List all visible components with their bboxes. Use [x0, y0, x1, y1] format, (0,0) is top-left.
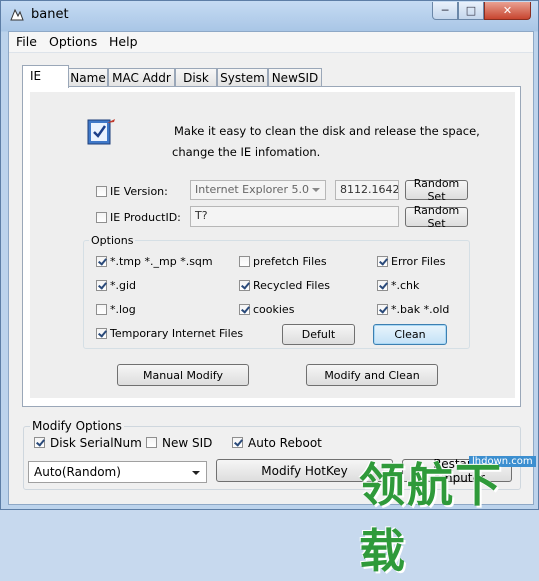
opt-recycled-label: Recycled Files [253, 279, 330, 292]
auto-reboot-checkbox[interactable] [232, 437, 243, 448]
opt-log-label: *.log [110, 303, 136, 316]
tab-system[interactable]: System [217, 68, 268, 86]
ie-panel-body: Make it easy to clean the disk and relea… [30, 92, 515, 398]
random-set-productid-button[interactable]: Random Set [405, 204, 468, 230]
app-window: banet ─ □ ✕ File Options Help IE Name MA… [0, 0, 539, 578]
opt-error-label: Error Files [391, 255, 446, 268]
client-area: File Options Help IE Name MAC Addr Disk … [8, 31, 534, 505]
menu-help[interactable]: Help [109, 34, 138, 49]
ie-productid-checkbox[interactable] [96, 212, 107, 223]
ie-productid-field[interactable]: T? [190, 206, 399, 227]
opt-recycled-checkbox[interactable] [239, 280, 250, 291]
opt-prefetch-checkbox[interactable] [239, 256, 250, 267]
minimize-icon: ─ [441, 4, 449, 17]
opt-cookies-label: cookies [253, 303, 295, 316]
opt-bak-label: *.bak *.old [391, 303, 450, 316]
modify-options-title: Modify Options [30, 419, 124, 433]
disk-serialnum-checkbox[interactable] [34, 437, 45, 448]
opt-tmp-label: *.tmp *._mp *.sqm [110, 255, 213, 268]
description-line-2: change the IE infomation. [172, 145, 321, 159]
opt-bak-checkbox[interactable] [377, 304, 388, 315]
opt-chk-label: *.chk [391, 279, 420, 292]
auto-reboot-label: Auto Reboot [248, 436, 322, 450]
ie-version-select-value: Internet Explorer 5.0 [195, 183, 309, 196]
opt-tmp-checkbox[interactable] [96, 256, 107, 267]
ie-build-field[interactable]: 8112.16421 [335, 180, 399, 200]
description-line-1: Make it easy to clean the disk and relea… [174, 124, 480, 138]
tab-mac-addr[interactable]: MAC Addr [108, 68, 175, 86]
ie-version-checkbox[interactable] [96, 186, 107, 197]
ie-version-select[interactable]: Internet Explorer 5.0 [190, 180, 326, 200]
maximize-button[interactable]: □ [458, 2, 484, 20]
menu-bar: File Options Help [9, 32, 533, 53]
opt-temp-internet-checkbox[interactable] [96, 328, 107, 339]
app-logo-icon [10, 8, 24, 21]
opt-gid-label: *.gid [110, 279, 137, 292]
clipboard-check-icon [87, 119, 115, 145]
options-group-title: Options [89, 234, 136, 247]
close-icon: ✕ [502, 4, 513, 17]
ie-productid-label: IE ProductID: [110, 211, 181, 224]
clean-button[interactable]: Clean [373, 324, 447, 345]
disk-serialnum-label: Disk SerialNum [50, 436, 142, 450]
opt-gid-checkbox[interactable] [96, 280, 107, 291]
chevron-down-icon [192, 471, 200, 475]
chevron-down-icon [312, 188, 320, 192]
minimize-button[interactable]: ─ [432, 2, 458, 20]
ie-tab-panel: Make it easy to clean the disk and relea… [22, 86, 521, 407]
manual-modify-button[interactable]: Manual Modify [117, 364, 249, 386]
title-bar[interactable]: banet ─ □ ✕ [1, 1, 538, 29]
opt-cookies-checkbox[interactable] [239, 304, 250, 315]
menu-file[interactable]: File [16, 34, 37, 49]
window-title: banet [31, 7, 69, 22]
opt-temp-internet-label: Temporary Internet Files [110, 327, 244, 340]
tab-name[interactable]: Name [68, 68, 108, 86]
tab-disk[interactable]: Disk [175, 68, 217, 86]
modify-and-clean-button[interactable]: Modify and Clean [306, 364, 438, 386]
menu-options[interactable]: Options [49, 34, 97, 49]
new-sid-label: New SID [162, 436, 213, 450]
opt-log-checkbox[interactable] [96, 304, 107, 315]
maximize-icon: □ [465, 4, 477, 17]
opt-chk-checkbox[interactable] [377, 280, 388, 291]
close-button[interactable]: ✕ [484, 2, 531, 20]
opt-prefetch-label: prefetch Files [253, 255, 327, 268]
default-button[interactable]: Defult [282, 324, 355, 345]
new-sid-checkbox[interactable] [146, 437, 157, 448]
ie-version-label: IE Version: [110, 185, 168, 198]
mode-select-value: Auto(Random) [34, 465, 121, 479]
opt-error-checkbox[interactable] [377, 256, 388, 267]
mode-select[interactable]: Auto(Random) [28, 461, 207, 483]
tab-ie[interactable]: IE [22, 65, 69, 88]
random-set-version-button[interactable]: Random Set [405, 177, 468, 203]
tab-newsid[interactable]: NewSID [268, 68, 322, 86]
watermark-text: 领航下载 [359, 458, 503, 578]
